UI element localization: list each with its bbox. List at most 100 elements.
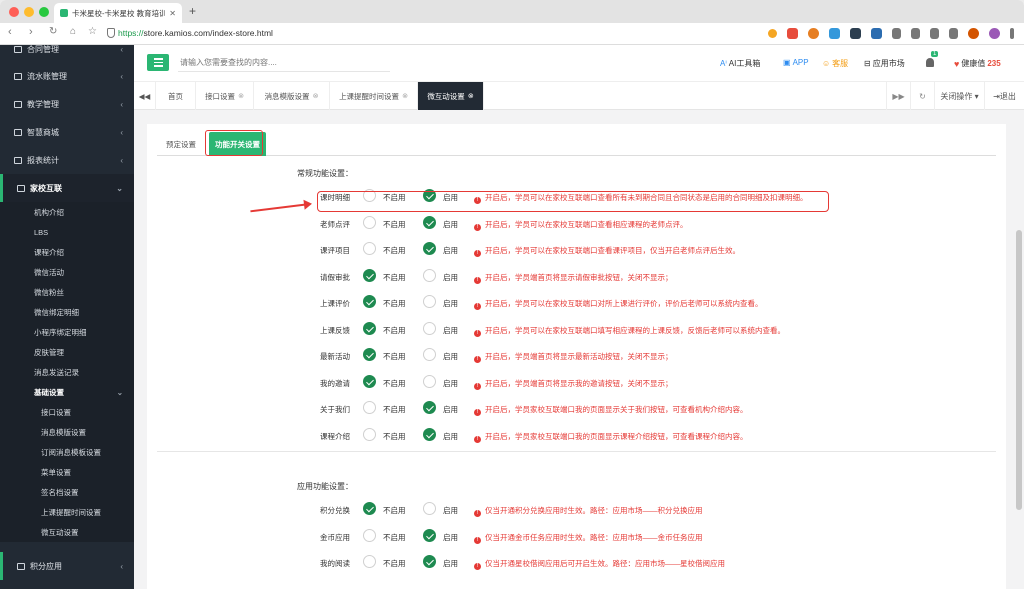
app-link[interactable]: ▣ APP [783, 58, 809, 67]
radio-enable[interactable] [423, 555, 436, 568]
ai-extension-icon[interactable] [850, 28, 861, 39]
sidebar-subitem[interactable]: 上课提醒时间设置 [0, 502, 134, 522]
sidebar-item-contract[interactable]: 合同管理 ‹ [0, 35, 134, 63]
tab-class-reminder[interactable]: 上课提醒时间设置 ⊗ [330, 82, 418, 110]
minimize-window-button[interactable] [24, 7, 34, 17]
tab-home[interactable]: 首页 [156, 82, 196, 110]
extension-icon[interactable] [808, 28, 819, 39]
radio-disable[interactable] [363, 555, 376, 568]
star-icon[interactable] [768, 29, 777, 38]
sidebar-item-ledger[interactable]: 流水账管理 ‹ [0, 62, 134, 90]
maximize-window-button[interactable] [39, 7, 49, 17]
sidebar-item-mall[interactable]: 智慧商城 ‹ [0, 118, 134, 146]
sidebar-subitem[interactable]: 微信绑定明细 [0, 302, 134, 322]
scrollbar[interactable] [1016, 230, 1022, 510]
sidebar-subitem[interactable]: 订阅消息模板设置 [0, 442, 134, 462]
sidebar-subitem[interactable]: 消息模版设置 [0, 422, 134, 442]
radio-enable[interactable] [423, 427, 436, 441]
tab-message-template[interactable]: 消息模版设置 ⊗ [254, 82, 330, 110]
radio-disable[interactable] [363, 374, 376, 388]
sidebar-subitem[interactable]: 小程序绑定明细 [0, 322, 134, 342]
logout-button[interactable]: ⇥ 退出 [984, 82, 1024, 110]
radio-disable[interactable] [363, 401, 376, 414]
game-extension-icon[interactable] [787, 28, 798, 39]
camera-icon[interactable] [871, 28, 882, 39]
sidebar-subitem[interactable]: 机构介绍 [0, 202, 134, 222]
health-label: 健康值 [961, 59, 986, 68]
bell-icon[interactable] [926, 58, 934, 67]
radio-enable[interactable] [423, 321, 436, 335]
ai-toolbox-label: AI工具箱 [728, 59, 761, 68]
sidebar-subitem[interactable]: 微互动设置 [0, 522, 134, 542]
sidebar-subitem[interactable]: 菜单设置 [0, 462, 134, 482]
tab-micro-interaction[interactable]: 微互动设置 ⊗ [418, 82, 484, 110]
sidebar-subitem[interactable]: LBS [0, 222, 134, 242]
sidebar-subitem[interactable]: 接口设置 [0, 402, 134, 422]
sidebar-subitem[interactable]: 课程介绍 [0, 242, 134, 262]
search-input[interactable] [178, 54, 390, 72]
close-tab-icon[interactable]: ⊗ [468, 92, 474, 100]
radio-enable[interactable] [423, 502, 436, 515]
radio-disable[interactable] [363, 295, 376, 308]
download-icon[interactable] [892, 28, 901, 39]
close-tab-icon[interactable]: ⊗ [402, 92, 408, 100]
radio-disable[interactable] [363, 215, 376, 229]
tab-interface-settings[interactable]: 接口设置 ⊗ [196, 82, 254, 110]
close-operations-dropdown[interactable]: 关闭操作 ▾ [934, 82, 984, 110]
radio-enable[interactable] [423, 374, 436, 388]
radio-disable[interactable] [363, 528, 376, 542]
radio-disable[interactable] [363, 242, 376, 255]
chevron-left-icon: ‹ [120, 127, 123, 137]
sidebar-item-points[interactable]: 积分应用 ‹ [0, 552, 134, 580]
radio-disable[interactable] [363, 321, 376, 335]
sidebar-subitem[interactable]: 微信粉丝 [0, 282, 134, 302]
address-bar[interactable]: https://store.kamios.com/index-store.htm… [118, 28, 273, 38]
radio-disable[interactable] [363, 268, 376, 282]
sidebar-item-reports[interactable]: 报表统计 ‹ [0, 146, 134, 174]
new-tab-button[interactable]: + [189, 4, 196, 18]
browser-tab[interactable]: 卡米星校-卡米星校 教育培训机 ✕ [54, 3, 182, 23]
app-market-link[interactable]: ⊟ 应用市场 [864, 58, 905, 69]
radio-disable[interactable] [363, 502, 376, 515]
sidebar-subitem[interactable]: 消息发送记录 [0, 362, 134, 382]
radio-enable[interactable] [423, 528, 436, 542]
tabs-next-button[interactable]: ▶▶ [886, 82, 910, 110]
close-window-button[interactable] [9, 7, 19, 17]
radio-enable[interactable] [423, 215, 436, 229]
close-tab-icon[interactable]: ⊗ [238, 92, 244, 100]
radio-enable[interactable] [423, 268, 436, 282]
sidebar-item-home-school[interactable]: 家校互联 ⌄ [0, 174, 134, 202]
close-tab-icon[interactable]: ⊗ [313, 92, 319, 100]
ai-toolbox-link[interactable]: Aⁱ AI工具箱 [720, 58, 760, 69]
sidebar-subitem-basic-settings[interactable]: 基础设置 ⌄ [0, 382, 134, 402]
radio-enable[interactable] [423, 348, 436, 361]
menu-toggle-button[interactable] [147, 54, 169, 71]
customer-service-link[interactable]: ☺ 客服 [822, 58, 848, 69]
sidebar-subitem[interactable]: 微信活动 [0, 262, 134, 282]
radio-enable[interactable] [423, 295, 436, 308]
info-icon: ! [474, 223, 481, 231]
profile-icon[interactable] [989, 28, 1000, 39]
setting-hint: ! 仅当开通星校借阅应用后可开启生效。路径：应用市场——星校借阅应用 [474, 558, 725, 570]
close-tab-icon[interactable]: ✕ [169, 9, 176, 18]
radio-enable[interactable] [423, 401, 436, 414]
expand-icon[interactable] [930, 28, 939, 39]
undo-icon[interactable] [949, 28, 958, 39]
sidebar-subitem[interactable]: 签名档设置 [0, 482, 134, 502]
radio-disable[interactable] [363, 348, 376, 361]
radio-disable[interactable] [363, 427, 376, 441]
setting-hint: ! 开启后，学员可以在家校互联端口对所上课进行评价，评价后老师可以系统内查看。 [474, 298, 763, 310]
setting-hint: ! 开启后，学员可以在家校互联端口查看相应课程的老师点评。 [474, 219, 688, 231]
setting-row: 老师点评 不启用 启用! 开启后，学员可以在家校互联端口查看相应课程的老师点评。 [147, 211, 1006, 237]
health-value[interactable]: ♥ 健康值 235 [954, 58, 1001, 69]
subtab-booking[interactable]: 预定设置 [166, 132, 196, 156]
cut-icon[interactable] [911, 28, 920, 39]
sidebar-subitem[interactable]: 皮肤管理 [0, 342, 134, 362]
radio-enable[interactable] [423, 242, 436, 255]
refresh-icon[interactable]: ↻ [910, 82, 934, 110]
translate-extension-icon[interactable] [829, 28, 840, 39]
sidebar-item-teaching[interactable]: 教学管理 ‹ [0, 90, 134, 118]
tabs-prev-button[interactable]: ◀◀ [134, 82, 156, 110]
extension-icon[interactable] [968, 28, 979, 39]
menu-icon[interactable] [1010, 28, 1014, 39]
